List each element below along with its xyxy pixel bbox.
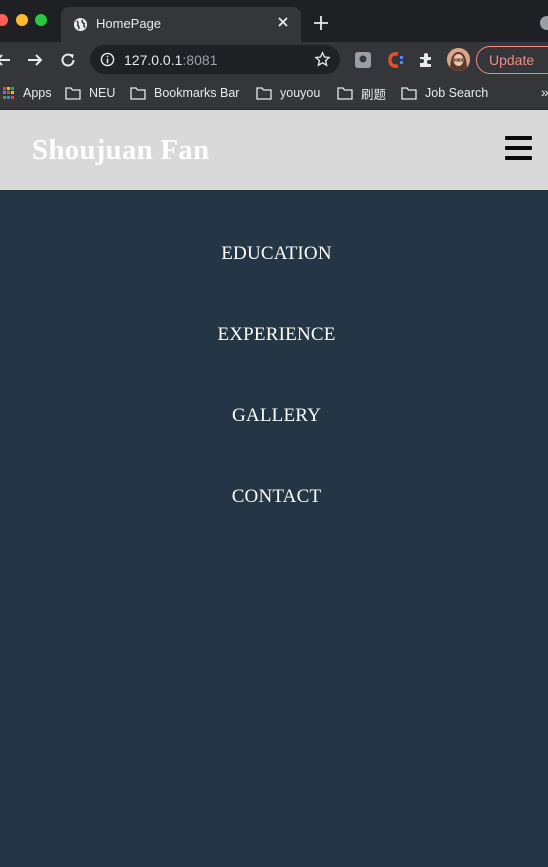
nav-link-gallery[interactable]: GALLERY (0, 405, 548, 427)
reload-icon[interactable] (59, 51, 77, 69)
site-header: Shoujuan Fan (0, 110, 548, 190)
nav-menu: EDUCATION EXPERIENCE GALLERY CONTACT (0, 190, 548, 867)
bookmark-folder-shuati[interactable]: 刷题 (337, 83, 386, 103)
extension-icon[interactable] (354, 51, 372, 69)
browser-tab-active[interactable]: HomePage (61, 7, 301, 42)
bookmark-apps[interactable]: Apps (3, 83, 52, 103)
puzzle-icon[interactable] (417, 51, 435, 69)
folder-icon (401, 86, 417, 100)
tab-search-icon[interactable] (540, 16, 548, 30)
update-button[interactable]: Update (476, 46, 548, 74)
window-minimize-button[interactable] (16, 14, 28, 26)
folder-icon (256, 86, 272, 100)
apps-grid-icon (3, 87, 14, 99)
browser-toolbar: 127.0.0.1:8081 Update (0, 42, 548, 78)
url-text: 127.0.0.1:8081 (124, 52, 218, 68)
address-bar[interactable]: 127.0.0.1:8081 (90, 45, 340, 74)
window-close-button[interactable] (0, 14, 8, 26)
new-tab-icon[interactable] (313, 15, 329, 31)
nav-link-experience[interactable]: EXPERIENCE (0, 324, 548, 346)
folder-icon (130, 86, 146, 100)
close-icon[interactable] (276, 15, 290, 29)
globe-icon (73, 17, 88, 32)
browser-tab-strip: HomePage (0, 0, 548, 42)
site-title[interactable]: Shoujuan Fan (32, 134, 209, 167)
more-bookmarks-chevron[interactable]: » (541, 84, 548, 100)
hamburger-icon[interactable] (505, 136, 532, 160)
bookmark-folder-neu[interactable]: NEU (65, 83, 115, 103)
bookmarks-bar: Apps NEU Bookmarks Bar youyou 刷题 Job Sea… (0, 78, 548, 110)
profile-avatar[interactable] (447, 48, 470, 71)
tab-title: HomePage (96, 16, 162, 31)
bookmark-folder-bookmarks-bar[interactable]: Bookmarks Bar (130, 83, 239, 103)
nav-link-education[interactable]: EDUCATION (0, 243, 548, 265)
extension-c-icon[interactable] (386, 51, 404, 69)
info-icon[interactable] (100, 52, 115, 67)
back-arrow-icon[interactable] (0, 51, 12, 69)
nav-link-contact[interactable]: CONTACT (0, 486, 548, 508)
bookmark-folder-youyou[interactable]: youyou (256, 83, 320, 103)
folder-icon (65, 86, 81, 100)
forward-arrow-icon[interactable] (26, 51, 44, 69)
folder-icon (337, 86, 353, 100)
bookmark-folder-job-search[interactable]: Job Search (401, 83, 488, 103)
bookmark-star-icon[interactable] (314, 51, 331, 68)
window-maximize-button[interactable] (35, 14, 47, 26)
